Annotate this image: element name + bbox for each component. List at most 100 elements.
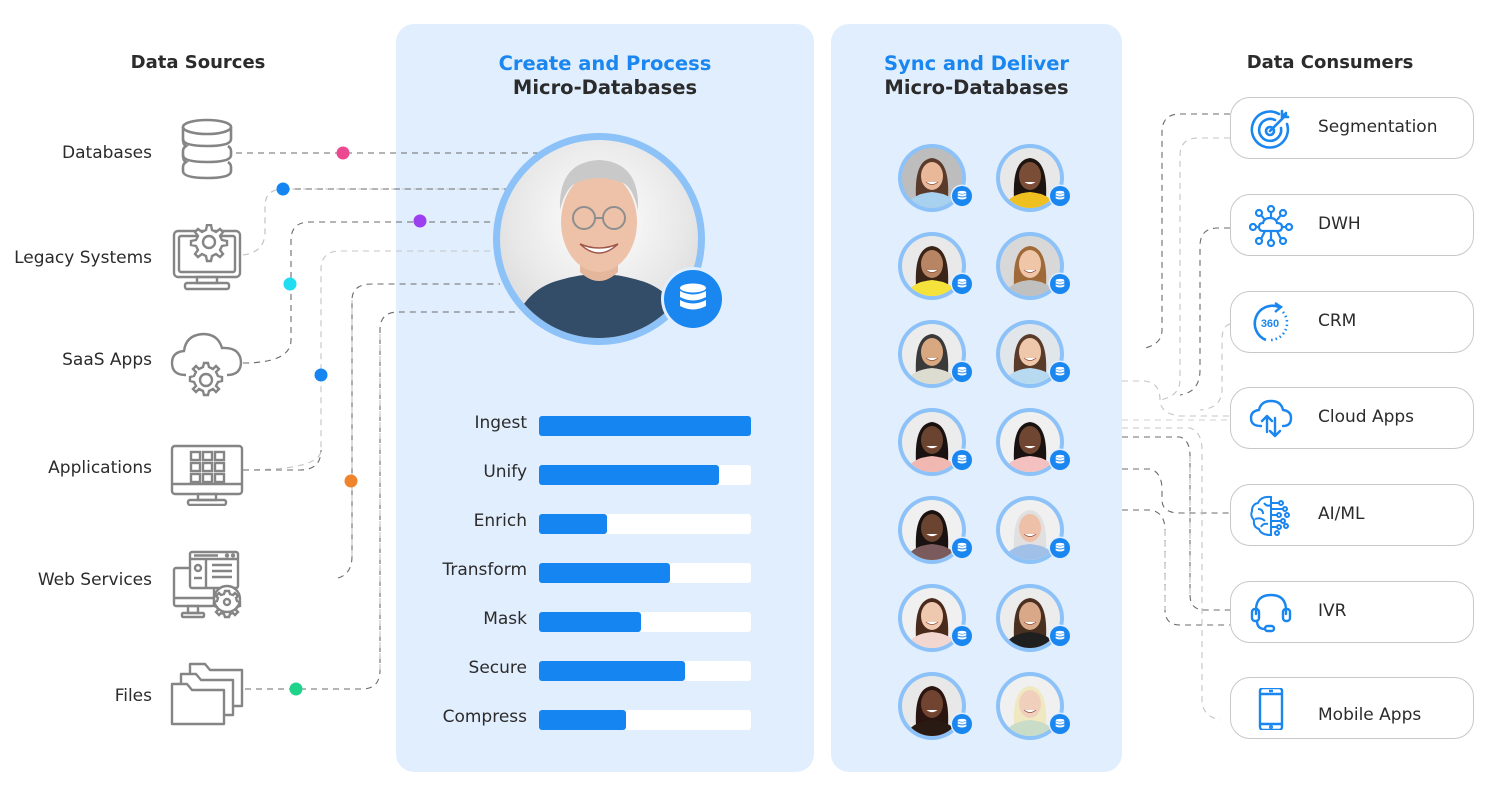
- data-sources-heading: Data Sources: [130, 52, 266, 73]
- process-step-enrich: Enrich: [410, 511, 755, 534]
- progress-bar-track: [539, 661, 751, 681]
- database-badge: [952, 274, 972, 294]
- process-step-transform: Transform: [410, 560, 755, 583]
- connector-segmentation: [1144, 113, 1230, 349]
- database-badge: [1050, 714, 1070, 734]
- progress-bar-fill: [539, 563, 671, 583]
- database-badge: [952, 186, 972, 206]
- progress-bar-fill: [539, 612, 641, 632]
- connector-dwh: [1179, 227, 1230, 396]
- connector-applications-low: [243, 449, 322, 471]
- consumer-label: CRM: [1318, 311, 1357, 331]
- progress-bar-fill: [539, 661, 686, 681]
- consumer-segmentation[interactable]: Segmentation: [1230, 97, 1474, 159]
- folders-icon: [170, 662, 244, 726]
- database-icon: [680, 283, 706, 310]
- process-step-unify: Unify: [410, 462, 755, 485]
- consumer-label: Mobile Apps: [1318, 705, 1422, 725]
- source-files[interactable]: Files: [0, 662, 250, 728]
- connector-dot-databases: [336, 146, 350, 160]
- micro-database-avatar[interactable]: [996, 496, 1070, 564]
- consumer-dwh[interactable]: DWH: [1230, 194, 1474, 256]
- sync-panel-title: Sync and Deliver Micro-Databases: [831, 52, 1122, 100]
- sync-panel-title-accent: Sync and Deliver: [883, 52, 1070, 75]
- connector-aiml: [1122, 468, 1230, 514]
- rotate-360-icon: 360: [1253, 302, 1289, 342]
- micro-database-avatar[interactable]: [898, 584, 972, 652]
- database-icon: [957, 278, 967, 288]
- database-icon: [957, 630, 967, 640]
- progress-bar-track: [539, 465, 751, 485]
- create-panel-title: Create and Process Micro-Databases: [396, 52, 814, 100]
- database-icon: [1055, 278, 1065, 288]
- consumer-ai-ml[interactable]: AI/ML: [1230, 484, 1474, 546]
- database-icon: [957, 190, 967, 200]
- micro-database-avatar[interactable]: [898, 672, 972, 740]
- process-step-secure: Secure: [410, 658, 755, 681]
- process-step-label: Ingest: [474, 413, 527, 433]
- consumer-cloud-apps[interactable]: Cloud Apps: [1230, 387, 1474, 449]
- micro-database-avatar[interactable]: [996, 584, 1070, 652]
- cloud-sync-icon: [1249, 399, 1293, 438]
- process-step-label: Enrich: [473, 511, 527, 531]
- connector-dot-files: [289, 682, 303, 696]
- process-step-compress: Compress: [410, 707, 755, 730]
- database-badge: [952, 362, 972, 382]
- connector-ivr-2: [1122, 509, 1230, 626]
- micro-database-avatar[interactable]: [996, 320, 1070, 388]
- connector-dot-saas-apps: [283, 277, 297, 291]
- smartphone-icon: [1258, 688, 1284, 730]
- connector-dot-web-services: [344, 474, 358, 488]
- micro-database-avatar[interactable]: [898, 408, 972, 476]
- progress-bar-track: [539, 514, 751, 534]
- micro-database-avatar[interactable]: [996, 232, 1070, 300]
- database-badge: [1050, 538, 1070, 558]
- create-panel-title-accent: Create and Process: [498, 52, 712, 75]
- monitor-grid-icon: [170, 444, 244, 506]
- consumer-label: IVR: [1318, 601, 1347, 621]
- connector-cloud-1: [1122, 380, 1230, 417]
- database-icon: [1055, 190, 1065, 200]
- sync-deliver-panel: Sync and Deliver Micro-Databases: [831, 24, 1122, 772]
- micro-database-avatar[interactable]: [996, 144, 1070, 212]
- monitor-gear-icon: [172, 224, 242, 291]
- micro-database-avatar[interactable]: [996, 672, 1070, 740]
- database-icon: [957, 366, 967, 376]
- hero-database-badge: [664, 270, 722, 328]
- cloud-gear-icon: [170, 332, 243, 397]
- data-consumers-heading: Data Consumers: [1246, 52, 1414, 73]
- source-web-services[interactable]: Web Services: [0, 548, 250, 620]
- consumer-ivr[interactable]: IVR: [1230, 581, 1474, 643]
- micro-database-avatar[interactable]: [898, 496, 972, 564]
- process-step-ingest: Ingest: [410, 413, 755, 436]
- micro-database-avatar[interactable]: [898, 232, 972, 300]
- source-applications[interactable]: Applications: [0, 440, 250, 506]
- database-badge: [1050, 186, 1070, 206]
- consumer-mobile-apps[interactable]: Mobile Apps: [1230, 677, 1474, 739]
- process-step-mask: Mask: [410, 609, 755, 632]
- target-icon: [1250, 109, 1290, 149]
- process-step-label: Transform: [442, 560, 527, 580]
- micro-database-avatar[interactable]: [996, 408, 1070, 476]
- source-label: Databases: [62, 143, 152, 163]
- micro-database-avatar[interactable]: [898, 144, 972, 212]
- source-label: Files: [114, 686, 152, 706]
- connector-segmentation-2: [1159, 137, 1230, 401]
- progress-bar-fill: [539, 416, 751, 436]
- database-badge: [1050, 450, 1070, 470]
- database-icon: [957, 718, 967, 728]
- source-legacy-systems[interactable]: Legacy Systems: [0, 224, 250, 292]
- connector-dot-applications: [314, 368, 328, 382]
- database-icon: [181, 118, 233, 180]
- process-step-label: Unify: [483, 462, 527, 482]
- cloud-network-icon: [1249, 205, 1293, 247]
- progress-bar-fill: [539, 710, 626, 730]
- source-databases[interactable]: Databases: [0, 118, 250, 185]
- process-step-label: Secure: [468, 658, 527, 678]
- consumer-label: AI/ML: [1318, 504, 1365, 524]
- progress-bar-track: [539, 612, 751, 632]
- source-saas-apps[interactable]: SaaS Apps: [0, 332, 250, 397]
- micro-database-avatar[interactable]: [898, 320, 972, 388]
- database-icon: [1055, 630, 1065, 640]
- consumer-crm[interactable]: 360 CRM: [1230, 291, 1474, 353]
